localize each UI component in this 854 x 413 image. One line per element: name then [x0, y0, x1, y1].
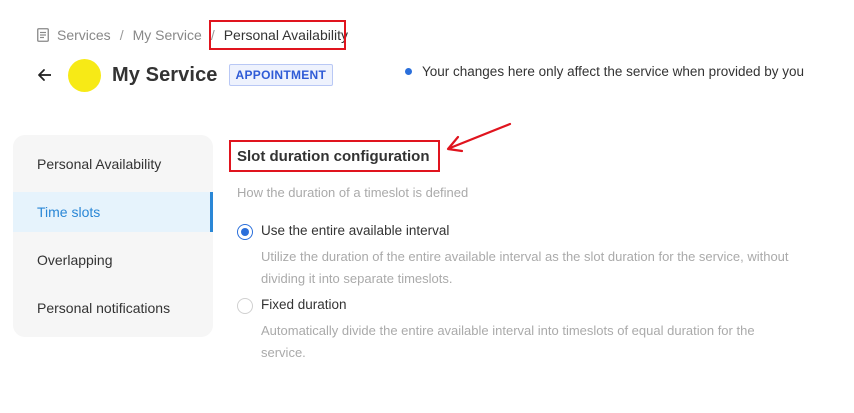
breadcrumb-separator: / — [119, 27, 124, 43]
scope-notice-text: Your changes here only affect the servic… — [422, 63, 804, 79]
sidebar-item-personal-notifications[interactable]: Personal notifications — [13, 288, 213, 328]
sidebar-item-personal-availability[interactable]: Personal Availability — [13, 144, 213, 184]
sidebar-item-label: Overlapping — [37, 252, 113, 268]
breadcrumb-current: Personal Availability — [223, 27, 348, 43]
section-title: Slot duration configuration — [237, 148, 430, 165]
sidebar-item-label: Personal notifications — [37, 300, 171, 316]
breadcrumb-separator: / — [210, 27, 215, 43]
sidebar-item-label: Time slots — [37, 204, 101, 220]
option-description: Utilize the duration of the entire avail… — [261, 249, 789, 286]
radio-fixed-duration[interactable] — [237, 298, 253, 314]
avatar — [68, 58, 101, 92]
option-label: Use the entire available interval — [261, 223, 450, 238]
option-label: Fixed duration — [261, 297, 347, 312]
info-dot-icon — [405, 67, 412, 75]
scope-notice: Your changes here only affect the servic… — [405, 62, 804, 80]
radio-entire-interval[interactable] — [237, 224, 253, 240]
breadcrumb-my-service[interactable]: My Service — [133, 27, 202, 43]
sidebar-item-overlapping[interactable]: Overlapping — [13, 240, 213, 280]
option-entire-interval[interactable]: Use the entire available interval Utiliz… — [237, 223, 797, 286]
settings-sidebar: Personal Availability Time slots Overlap… — [13, 135, 213, 337]
breadcrumb: Services / My Service / Personal Availab… — [37, 25, 348, 45]
document-icon — [37, 28, 49, 42]
option-fixed-duration[interactable]: Fixed duration Automatically divide the … — [237, 297, 797, 360]
sidebar-item-time-slots[interactable]: Time slots — [13, 192, 213, 232]
service-type-badge: APPOINTMENT — [228, 64, 334, 86]
back-arrow-icon[interactable] — [37, 67, 53, 83]
section-description: How the duration of a timeslot is define… — [237, 185, 469, 200]
sidebar-item-label: Personal Availability — [37, 156, 162, 172]
service-header: My Service APPOINTMENT — [37, 57, 334, 93]
option-description: Automatically divide the entire availabl… — [261, 323, 755, 360]
annotation-arrow-icon — [446, 122, 512, 153]
breadcrumb-services[interactable]: Services — [57, 27, 111, 43]
page-title: My Service — [112, 63, 218, 86]
